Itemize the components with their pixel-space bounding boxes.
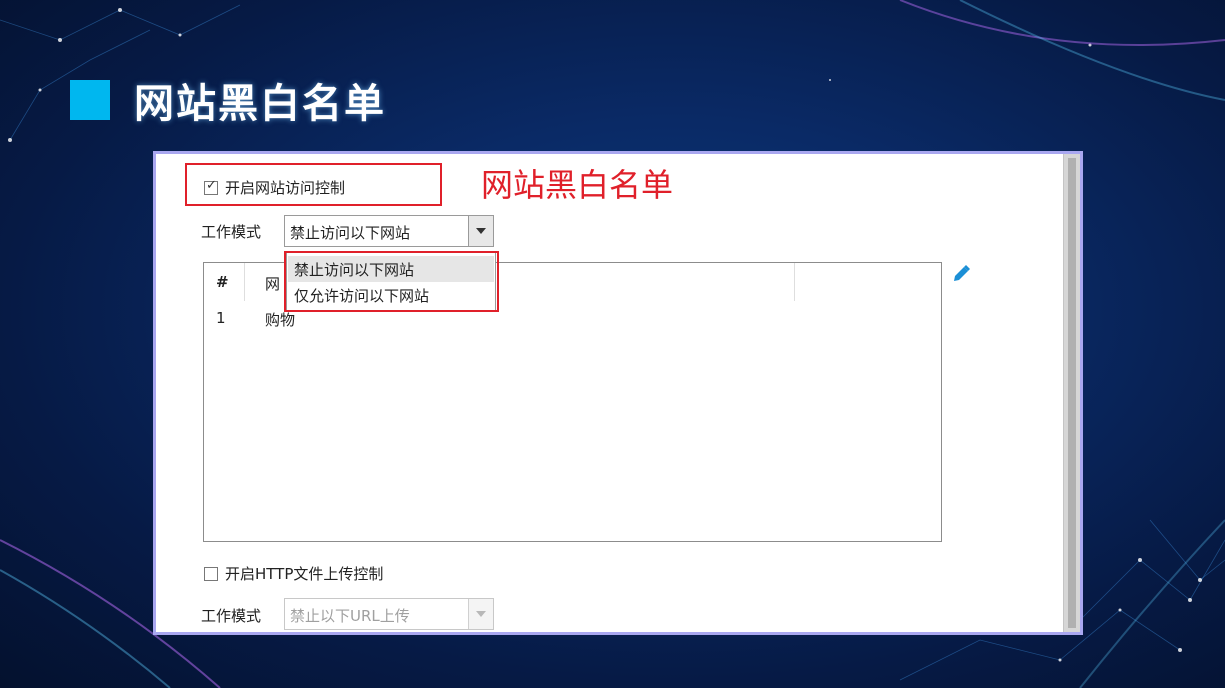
- work-mode-select-value: 禁止访问以下网站: [290, 224, 411, 242]
- settings-panel-screenshot: ✓ 开启网站访问控制 网站黑白名单 工作模式 禁止访问以下网站 # 网 1 购物…: [153, 151, 1083, 635]
- select-dropdown-button[interactable]: [468, 216, 493, 246]
- row-index: 1: [216, 309, 226, 327]
- slide-title: 网站黑白名单: [70, 78, 386, 127]
- chevron-down-icon: [476, 611, 486, 617]
- http-select-dropdown-button[interactable]: [468, 599, 493, 629]
- http-work-mode-select-value: 禁止以下URL上传: [290, 607, 410, 625]
- http-work-mode-label: 工作模式: [201, 607, 262, 625]
- dropdown-highlight-box: [284, 251, 499, 312]
- column-header-index: #: [216, 273, 229, 291]
- title-accent-square: [70, 80, 110, 120]
- checkbox-highlight-box: [185, 163, 442, 206]
- chevron-down-icon: [476, 228, 486, 234]
- slide-title-text: 网站黑白名单: [134, 81, 386, 127]
- work-mode-select[interactable]: 禁止访问以下网站: [284, 215, 494, 247]
- vertical-scrollbar[interactable]: [1063, 154, 1080, 632]
- http-work-mode-select[interactable]: 禁止以下URL上传: [284, 598, 494, 630]
- row-name: 购物: [265, 311, 296, 329]
- http-upload-label: 开启HTTP文件上传控制: [225, 565, 384, 583]
- work-mode-label: 工作模式: [201, 223, 262, 241]
- http-upload-checkbox[interactable]: [204, 567, 218, 581]
- scrollbar-thumb[interactable]: [1068, 158, 1076, 628]
- column-header-name: 网: [265, 275, 281, 293]
- pencil-icon[interactable]: [951, 264, 971, 284]
- annotation-label: 网站黑白名单: [481, 166, 674, 204]
